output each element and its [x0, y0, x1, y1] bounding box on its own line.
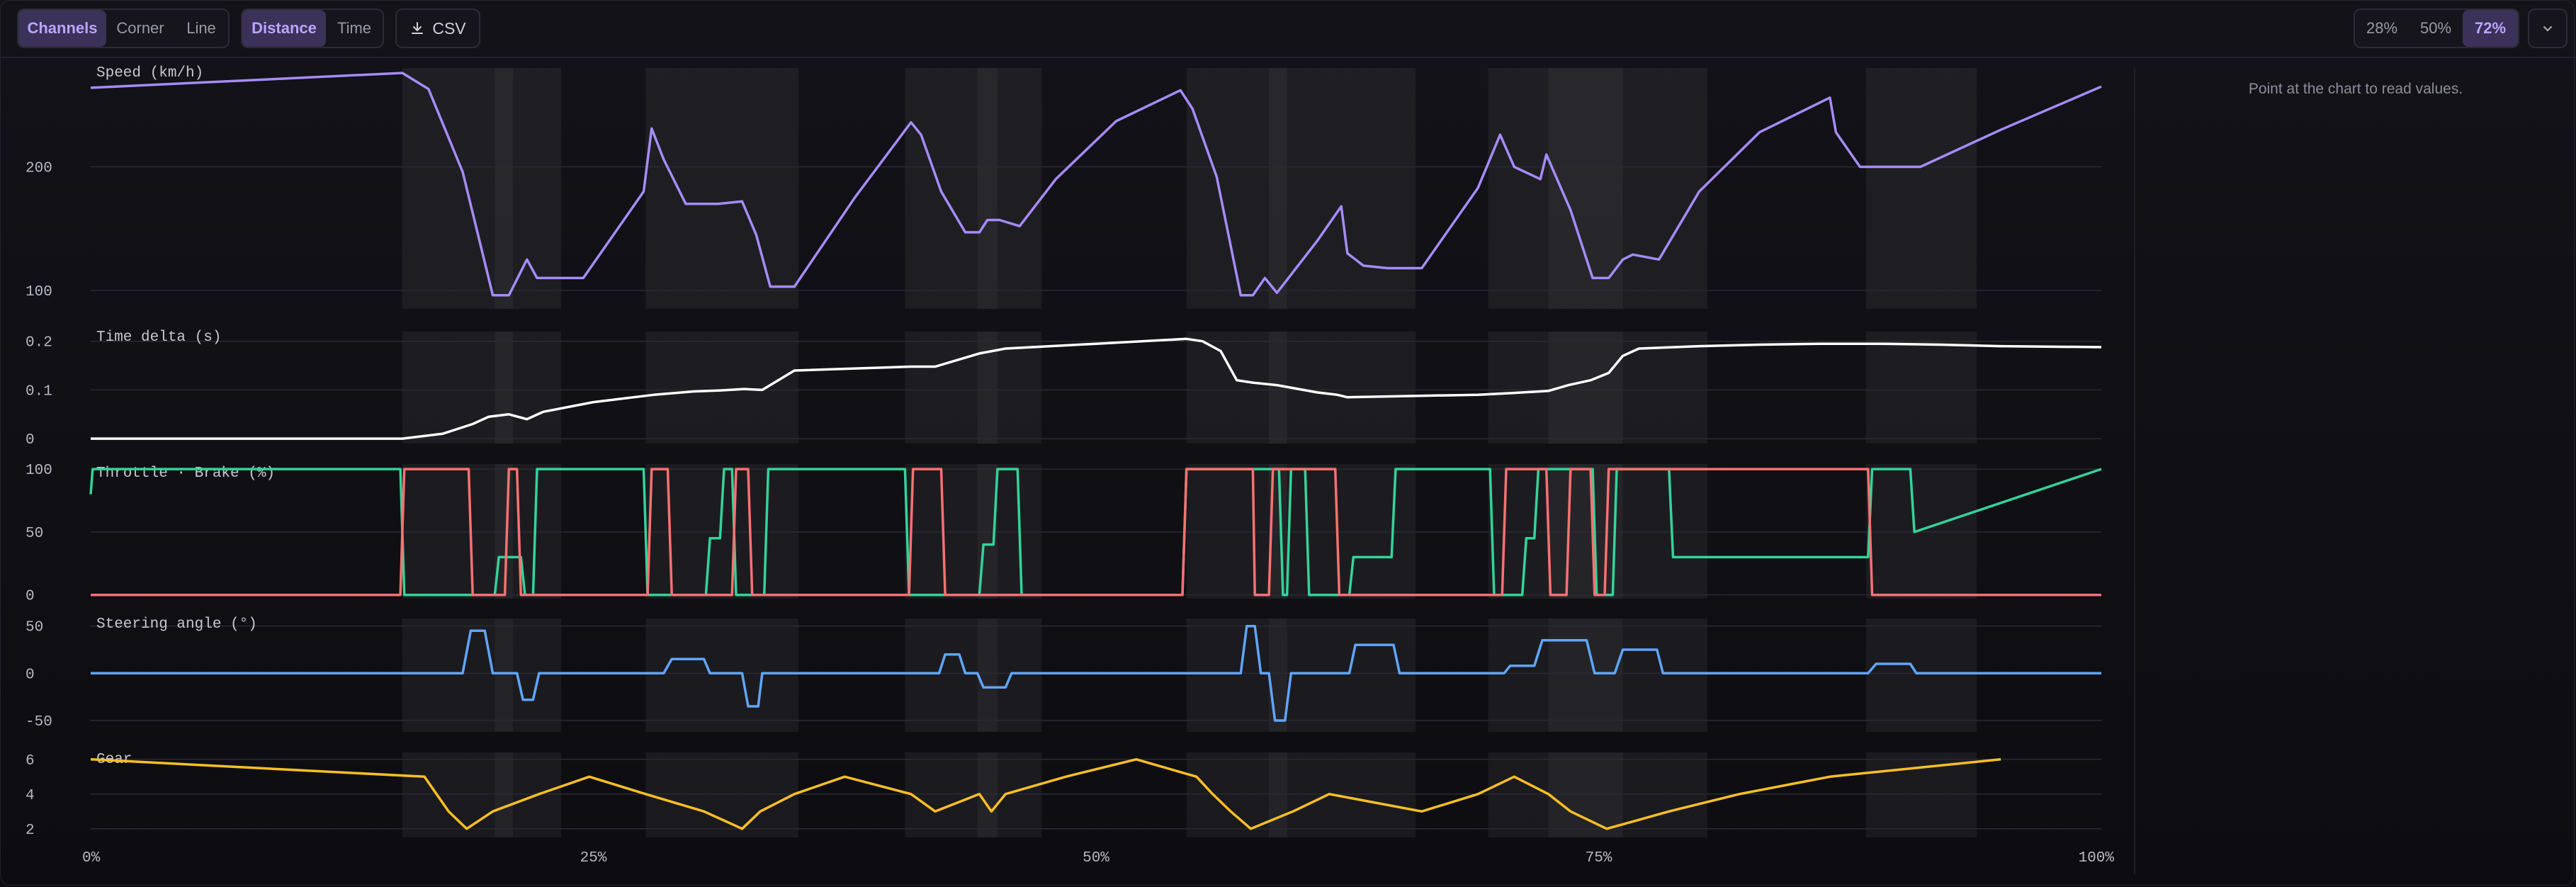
corner-zone — [1865, 618, 1977, 732]
delta-line — [91, 337, 2102, 440]
apex-zone — [1269, 752, 1287, 837]
corner-zone — [645, 752, 798, 837]
readout-hint: Point at the chart to read values. — [2248, 81, 2463, 97]
options-dropdown-button[interactable] — [2528, 9, 2567, 48]
chart-title: Speed (km/h) — [96, 65, 203, 81]
y-tick-label: 0.2 — [26, 335, 52, 351]
y-tick-label: -50 — [26, 714, 52, 730]
corner-zone — [905, 752, 1042, 837]
zoom-group: 28% 50% 72% — [2354, 9, 2519, 48]
x-tick-label: 50% — [1083, 850, 1109, 866]
y-tick-label: 4 — [26, 788, 35, 804]
apex-zone — [1269, 618, 1287, 732]
corner-zone — [1865, 464, 1977, 599]
y-tick-label: 200 — [26, 160, 52, 176]
corner-zone — [645, 332, 798, 444]
apex-zone — [977, 618, 998, 732]
steering-line — [91, 624, 2101, 722]
corner-zone — [1865, 68, 1977, 309]
corner-zone — [1186, 332, 1416, 444]
y-tick-label: 0.1 — [26, 383, 52, 400]
corner-zone — [905, 618, 1042, 732]
y-tick-label: 0 — [26, 667, 35, 683]
corner-zone — [905, 68, 1042, 309]
apex-zone — [1269, 68, 1287, 309]
zoom-28[interactable]: 28% — [2355, 10, 2409, 47]
corner-zone — [1186, 752, 1416, 837]
x-tick-label: 0% — [82, 850, 101, 866]
speed-line — [90, 72, 2102, 297]
y-tick-label: 0 — [26, 589, 35, 605]
y-tick-label: 100 — [26, 284, 52, 300]
chart-title: Time delta (s) — [96, 329, 221, 346]
y-tick-label: 100 — [26, 463, 52, 479]
zoom-72[interactable]: 72% — [2463, 10, 2518, 47]
apex-zone — [1548, 464, 1623, 599]
apex-zone — [495, 68, 513, 309]
corner-zone — [1865, 752, 1977, 837]
corner-zone — [645, 618, 798, 732]
corner-zone — [1186, 464, 1416, 599]
x-tick-label: 25% — [580, 850, 607, 866]
apex-zone — [495, 618, 513, 732]
corner-zone — [402, 332, 562, 444]
corner-zone — [402, 68, 562, 309]
chevron-down-icon — [2543, 26, 2552, 32]
y-tick-label: 6 — [26, 753, 35, 769]
y-tick-label: 2 — [26, 823, 35, 839]
corner-zone — [645, 68, 798, 309]
telemetry-charts[interactable]: 100200Speed (km/h)00.10.2 Time delta (s)0… — [0, 0, 2125, 887]
y-tick-label: 0 — [26, 432, 35, 448]
corner-zone — [1186, 618, 1416, 732]
apex-zone — [977, 332, 998, 444]
corner-zone — [402, 618, 562, 732]
x-tick-label: 75% — [1586, 850, 1612, 866]
corner-zone — [1186, 68, 1416, 309]
x-tick-label: 100% — [2079, 850, 2115, 866]
y-tick-label: 50 — [26, 526, 43, 542]
zoom-50[interactable]: 50% — [2409, 10, 2463, 47]
apex-zone — [1548, 618, 1623, 732]
apex-zone — [977, 68, 998, 309]
apex-zone — [495, 752, 513, 837]
apex-zone — [495, 332, 513, 444]
y-tick-label: 50 — [26, 620, 43, 636]
corner-zone — [1865, 332, 1977, 444]
panel-divider — [2134, 67, 2135, 875]
chart-title: Steering angle (°) — [96, 616, 257, 633]
apex-zone — [1548, 752, 1623, 837]
